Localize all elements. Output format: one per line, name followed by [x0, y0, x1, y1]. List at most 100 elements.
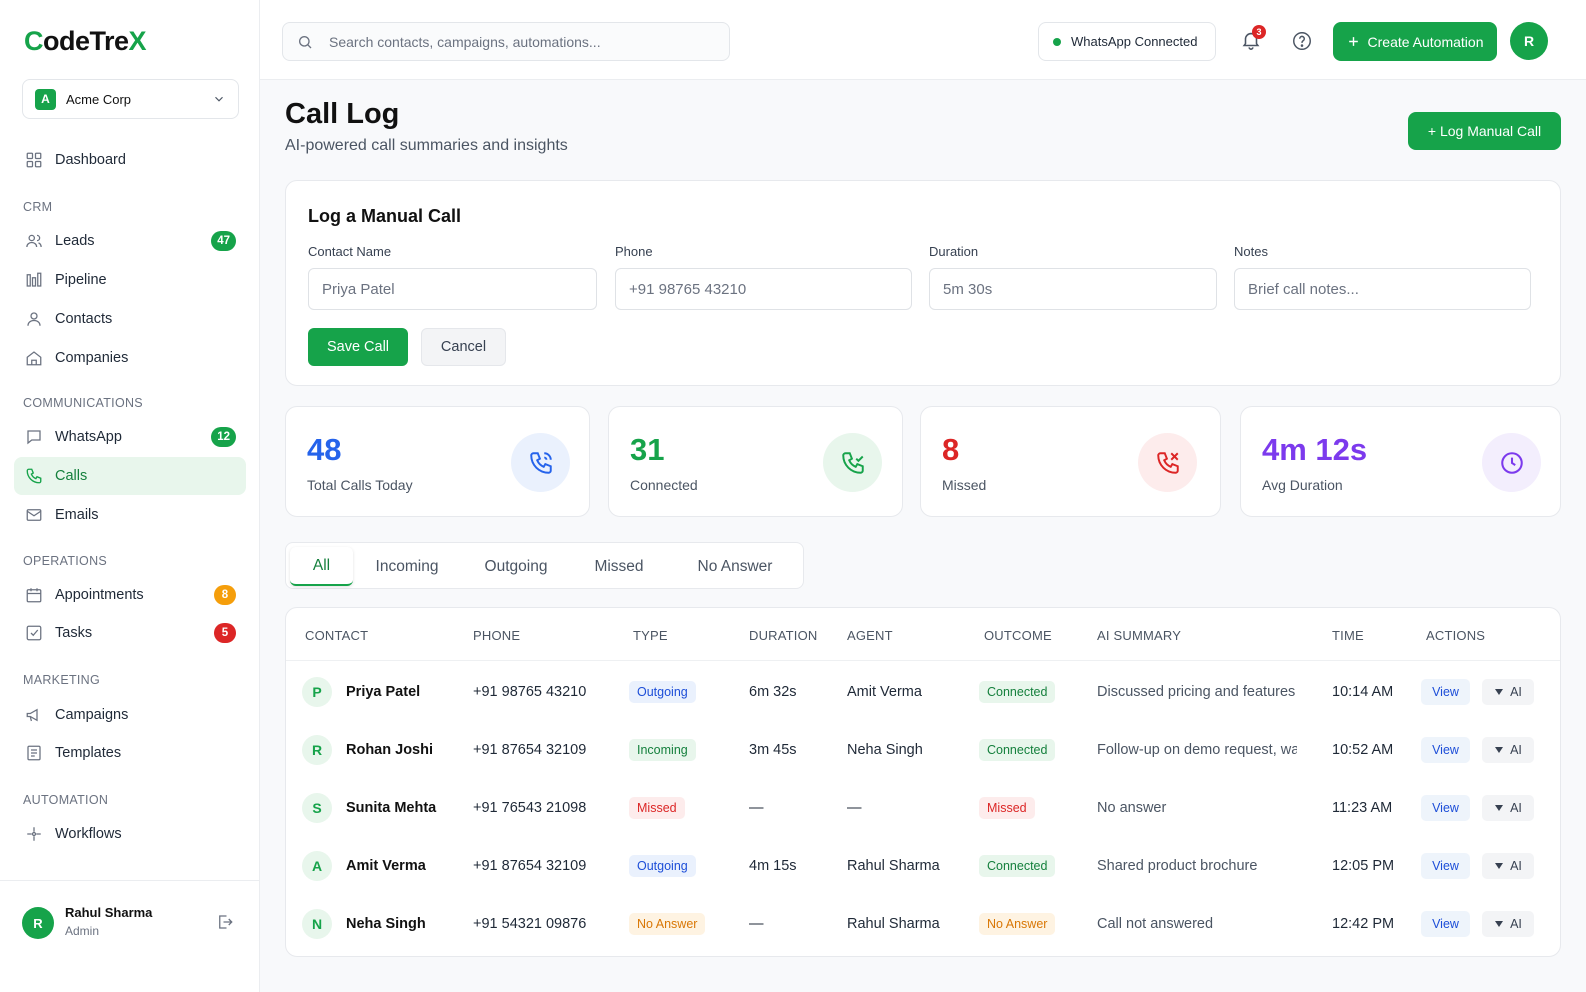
sidebar-item-label: Leads — [55, 233, 95, 249]
sidebar-item-whatsapp[interactable]: WhatsApp 12 — [14, 418, 246, 456]
outcome-cell: Connected — [979, 663, 1056, 721]
view-button[interactable]: View — [1421, 679, 1470, 705]
table-row[interactable]: N Neha Singh +91 54321 09876 No Answer — Rahu… — [286, 895, 1560, 953]
avatar[interactable]: R — [22, 907, 54, 939]
logo[interactable]: CodeTre X — [24, 26, 147, 57]
ai-dropdown-button[interactable]: AI — [1482, 737, 1534, 763]
logout-icon[interactable] — [216, 913, 234, 931]
sidebar-item-companies[interactable]: Companies — [14, 339, 246, 377]
stat-card-missed: 8 Missed — [920, 406, 1221, 517]
agent-cell: Rahul Sharma — [847, 858, 940, 874]
column-header[interactable]: DURATION — [749, 628, 818, 643]
sidebar-item-label: WhatsApp — [55, 429, 122, 445]
tab-incoming[interactable]: Incoming — [362, 547, 452, 586]
tab-all[interactable]: All — [290, 547, 353, 586]
sidebar-item-emails[interactable]: Emails — [14, 496, 246, 534]
view-button[interactable]: View — [1421, 795, 1470, 821]
tab-missed[interactable]: Missed — [579, 547, 659, 586]
contact-name[interactable]: Priya Patel — [346, 684, 420, 700]
contact-name[interactable]: Neha Singh — [346, 916, 426, 932]
table-row[interactable]: P Priya Patel +91 98765 43210 Outgoing 6m 32… — [286, 663, 1560, 721]
notes-input[interactable] — [1234, 268, 1531, 310]
logo-text: odeTre — [43, 26, 129, 56]
search-input[interactable] — [329, 33, 709, 50]
phone-icon — [24, 466, 44, 486]
contact-name[interactable]: Sunita Mehta — [346, 800, 436, 816]
sidebar-item-label: Appointments — [55, 587, 144, 603]
chevron-down-icon — [212, 92, 226, 106]
section-crm: CRM — [23, 200, 53, 214]
ai-label: AI — [1510, 917, 1522, 931]
notifications-button[interactable]: 3 — [1240, 25, 1266, 51]
phone-label: Phone — [615, 244, 653, 259]
contact-name[interactable]: Rohan Joshi — [346, 742, 433, 758]
tasks-count-badge: 5 — [214, 623, 236, 643]
sidebar-item-label: Contacts — [55, 311, 113, 327]
tab-no-answer[interactable]: No Answer — [675, 547, 795, 586]
whatsapp-status[interactable]: WhatsApp Connected — [1038, 22, 1216, 61]
table-row[interactable]: S Sunita Mehta +91 76543 21098 Missed — — Miss… — [286, 779, 1560, 837]
ai-label: AI — [1510, 743, 1522, 757]
sidebar-item-calls[interactable]: Calls — [14, 457, 246, 495]
column-header[interactable]: TYPE — [633, 628, 668, 643]
sidebar-item-tasks[interactable]: Tasks 5 — [14, 614, 246, 652]
view-button[interactable]: View — [1421, 911, 1470, 937]
column-header[interactable]: TIME — [1332, 628, 1364, 643]
help-button[interactable] — [1291, 30, 1313, 52]
phone-missed-icon — [1138, 433, 1197, 492]
create-automation-button[interactable]: Create Automation — [1333, 22, 1497, 61]
contact-cell: S Sunita Mehta — [302, 779, 436, 837]
sidebar-item-templates[interactable]: Templates — [14, 734, 246, 772]
call-log-table: CONTACT PHONE TYPE DURATION AGENT OUTCOM… — [285, 607, 1561, 957]
log-manual-call-button[interactable]: + Log Manual Call — [1408, 112, 1561, 150]
sidebar-item-workflows[interactable]: Workflows — [14, 815, 246, 853]
contact-name-input[interactable] — [308, 268, 597, 310]
cancel-button[interactable]: Cancel — [421, 328, 506, 366]
ai-dropdown-button[interactable]: AI — [1482, 853, 1534, 879]
sidebar-item-contacts[interactable]: Contacts — [14, 300, 246, 338]
type-cell: No Answer — [629, 895, 706, 953]
sidebar-item-leads[interactable]: Leads 47 — [14, 222, 246, 260]
status-badge: No Answer — [979, 913, 1056, 935]
column-header[interactable]: PHONE — [473, 628, 520, 643]
user-name: Rahul Sharma — [65, 905, 153, 920]
caret-down-icon — [1495, 805, 1504, 811]
view-button[interactable]: View — [1421, 737, 1470, 763]
workspace-name: Acme Corp — [66, 91, 132, 107]
phone-input[interactable] — [615, 268, 912, 310]
contact-name[interactable]: Amit Verma — [346, 858, 426, 874]
sidebar-item-appointments[interactable]: Appointments 8 — [14, 576, 246, 614]
duration-cell: — — [749, 916, 764, 932]
agent-cell: Rahul Sharma — [847, 916, 940, 932]
column-header[interactable]: AI SUMMARY — [1097, 628, 1181, 643]
status-dot-icon — [1053, 37, 1061, 46]
duration-cell: — — [749, 800, 764, 816]
time-cell: 12:05 PM — [1332, 858, 1395, 874]
ai-dropdown-button[interactable]: AI — [1482, 679, 1534, 705]
ai-dropdown-button[interactable]: AI — [1482, 911, 1534, 937]
whatsapp-status-label: WhatsApp Connected — [1071, 34, 1198, 49]
save-call-button[interactable]: Save Call — [308, 328, 408, 366]
workspace-switcher[interactable]: A Acme Corp — [22, 79, 239, 119]
column-header[interactable]: CONTACT — [305, 628, 368, 643]
tab-outgoing[interactable]: Outgoing — [469, 547, 563, 586]
avatar[interactable]: R — [1510, 22, 1548, 60]
stat-label: Connected — [630, 477, 698, 493]
ai-dropdown-button[interactable]: AI — [1482, 795, 1534, 821]
column-header[interactable]: AGENT — [847, 628, 893, 643]
table-row[interactable]: A Amit Verma +91 87654 32109 Outgoing 4m 15s… — [286, 837, 1560, 895]
sidebar-item-dashboard[interactable]: Dashboard — [14, 141, 246, 179]
sidebar-item-campaigns[interactable]: Campaigns — [14, 696, 246, 734]
ai-label: AI — [1510, 801, 1522, 815]
search-box[interactable] — [282, 22, 730, 61]
sidebar-item-pipeline[interactable]: Pipeline — [14, 261, 246, 299]
appointments-count-badge: 8 — [214, 585, 236, 605]
type-cell: Outgoing — [629, 837, 696, 895]
column-header[interactable]: OUTCOME — [984, 628, 1052, 643]
caret-down-icon — [1495, 863, 1504, 869]
view-button[interactable]: View — [1421, 853, 1470, 879]
column-header[interactable]: ACTIONS — [1426, 628, 1485, 643]
duration-input[interactable] — [929, 268, 1217, 310]
agent-cell: — — [847, 800, 862, 816]
table-row[interactable]: R Rohan Joshi +91 87654 32109 Incoming 3m 45… — [286, 721, 1560, 779]
